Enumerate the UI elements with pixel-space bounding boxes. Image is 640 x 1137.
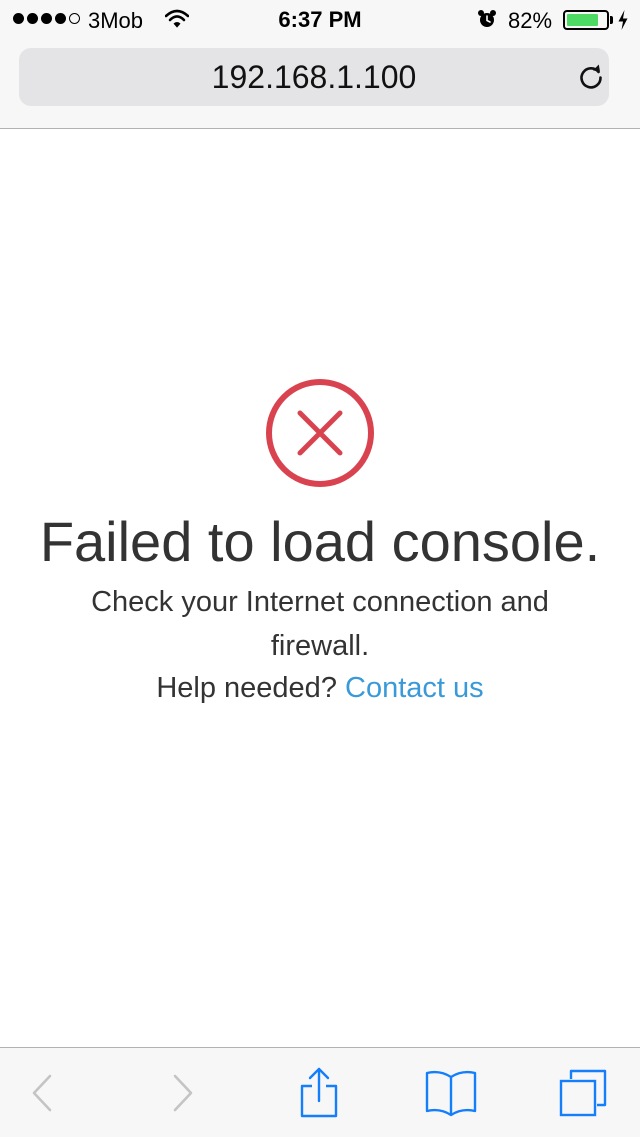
error-title: Failed to load console. xyxy=(39,510,601,573)
contact-us-link[interactable]: Contact us xyxy=(345,672,484,704)
error-message: Check your Internet connection and firew… xyxy=(91,586,549,662)
error-x-circle-icon xyxy=(266,379,374,487)
tabs-button[interactable] xyxy=(543,1048,623,1137)
reload-icon[interactable] xyxy=(576,61,606,91)
forward-button[interactable] xyxy=(143,1048,223,1137)
battery-level-fill xyxy=(567,14,598,26)
browser-top-chrome: 3Mob 6:37 PM 82% 192.168.1.100 xyxy=(0,0,640,129)
help-line: Help needed? Contact us xyxy=(0,666,640,710)
back-button[interactable] xyxy=(2,1048,82,1137)
chevron-right-icon xyxy=(173,1074,193,1111)
alarm-icon xyxy=(478,10,496,27)
tabs-icon xyxy=(559,1069,607,1116)
address-bar[interactable]: 192.168.1.100 xyxy=(19,48,609,106)
share-button[interactable] xyxy=(279,1048,359,1137)
battery-tip xyxy=(610,16,613,24)
share-icon xyxy=(300,1067,338,1117)
help-prompt: Help needed? xyxy=(156,672,337,704)
battery-percent: 82% xyxy=(508,8,553,33)
battery-icon xyxy=(563,10,609,30)
url-text[interactable]: 192.168.1.100 xyxy=(19,48,609,106)
chevron-left-icon xyxy=(32,1074,52,1111)
browser-toolbar xyxy=(0,1047,640,1137)
status-bar: 3Mob 6:37 PM 82% xyxy=(0,0,640,40)
bookmarks-icon xyxy=(425,1070,477,1116)
charging-bolt-icon xyxy=(618,10,628,30)
bookmarks-button[interactable] xyxy=(411,1048,491,1137)
